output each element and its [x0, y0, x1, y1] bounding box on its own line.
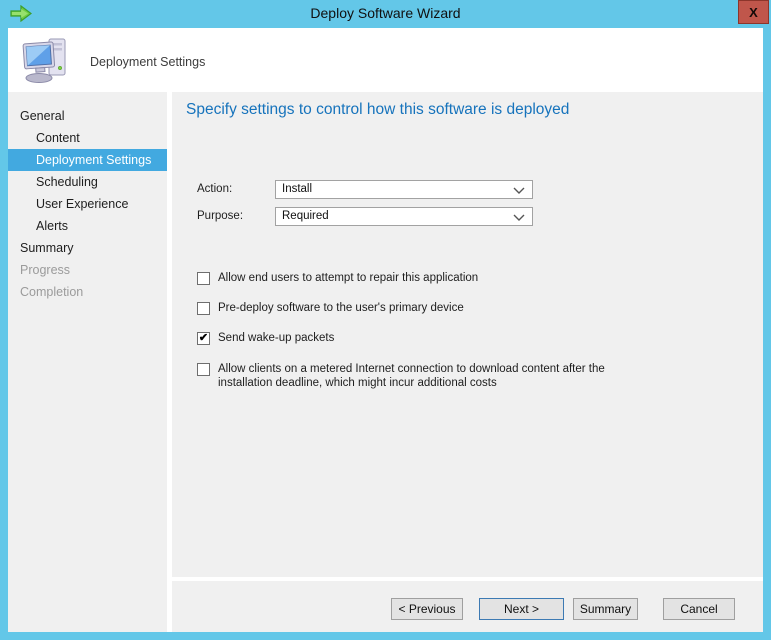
chevron-down-icon	[513, 214, 525, 221]
nav-item-user-experience[interactable]: User Experience	[8, 193, 167, 215]
button-bar: < Previous Next > Summary Cancel	[172, 581, 763, 632]
nav-item-content[interactable]: Content	[8, 127, 167, 149]
previous-button[interactable]: < Previous	[391, 598, 463, 620]
wizard-nav: General Content Deployment Settings Sche…	[8, 92, 167, 632]
action-dropdown-value: Install	[282, 183, 312, 195]
checkbox-label: Pre-deploy software to the user's primar…	[218, 301, 464, 315]
checkbox-box[interactable]	[197, 302, 210, 315]
wizard-header: Deployment Settings	[8, 28, 763, 92]
action-label: Action:	[197, 180, 232, 199]
chevron-down-icon	[513, 187, 525, 194]
checkbox-box[interactable]	[197, 272, 210, 285]
nav-item-general[interactable]: General	[8, 105, 167, 127]
wizard-step-title: Deployment Settings	[90, 55, 205, 69]
checkbox-send-wakeup-packets[interactable]: ✔ Send wake-up packets	[197, 332, 334, 345]
checkbox-predeploy-primary-device[interactable]: Pre-deploy software to the user's primar…	[197, 302, 464, 315]
window-title: Deploy Software Wizard	[0, 0, 771, 28]
cancel-button[interactable]: Cancel	[663, 598, 735, 620]
nav-item-deployment-settings[interactable]: Deployment Settings	[8, 149, 167, 171]
checkbox-box[interactable]	[197, 363, 210, 376]
nav-item-summary[interactable]: Summary	[8, 237, 167, 259]
checkbox-label: Send wake-up packets	[218, 331, 334, 345]
close-button[interactable]: X	[738, 0, 769, 24]
nav-item-completion: Completion	[8, 281, 167, 303]
titlebar: Deploy Software Wizard X	[0, 0, 771, 28]
computer-icon	[22, 36, 70, 84]
nav-item-alerts[interactable]: Alerts	[8, 215, 167, 237]
checkbox-metered-connection[interactable]: Allow clients on a metered Internet conn…	[197, 363, 638, 390]
action-dropdown[interactable]: Install	[275, 180, 533, 199]
purpose-dropdown[interactable]: Required	[275, 207, 533, 226]
next-button[interactable]: Next >	[479, 598, 564, 620]
page-title: Specify settings to control how this sof…	[186, 101, 569, 119]
checkbox-label: Allow end users to attempt to repair thi…	[218, 271, 478, 285]
nav-item-scheduling[interactable]: Scheduling	[8, 171, 167, 193]
checkbox-box checkmark-icon[interactable]: ✔	[197, 332, 210, 345]
purpose-label: Purpose:	[197, 207, 243, 226]
nav-item-progress: Progress	[8, 259, 167, 281]
content-pane: Specify settings to control how this sof…	[172, 92, 763, 577]
purpose-dropdown-value: Required	[282, 210, 329, 222]
checkbox-allow-repair[interactable]: Allow end users to attempt to repair thi…	[197, 272, 478, 285]
checkbox-label: Allow clients on a metered Internet conn…	[218, 362, 638, 390]
summary-button[interactable]: Summary	[573, 598, 638, 620]
deploy-software-wizard-window: Deploy Software Wizard X Deployment Sett…	[0, 0, 771, 640]
close-icon: X	[749, 5, 758, 20]
